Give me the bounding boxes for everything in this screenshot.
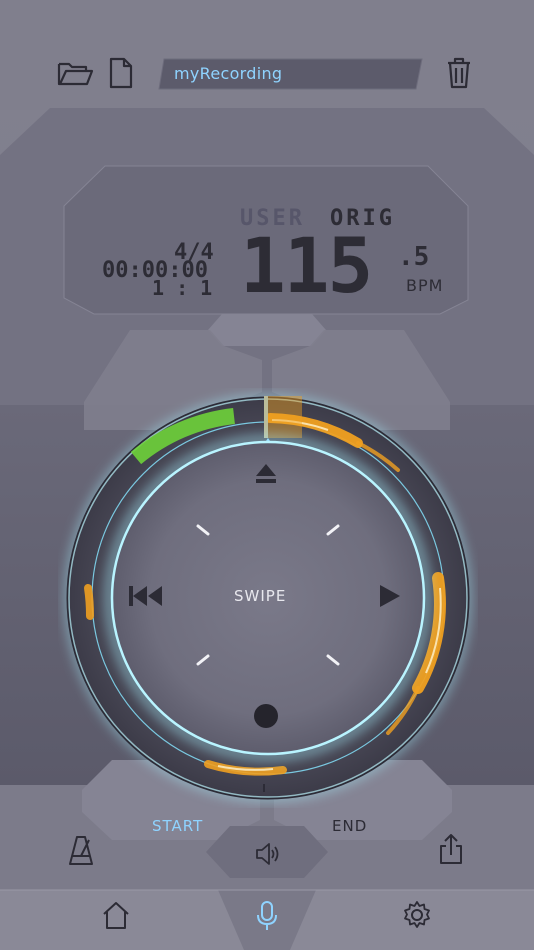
new-file-icon[interactable] [108,56,134,90]
home-icon[interactable] [102,900,130,930]
tempo-decimal: .5 [398,242,430,272]
speaker-icon[interactable] [254,842,280,866]
start-button[interactable]: START [152,817,203,835]
record-icon[interactable] [253,703,279,729]
metronome-icon[interactable] [68,834,94,866]
gear-icon[interactable] [402,900,432,930]
folder-open-icon[interactable] [56,58,94,90]
file-name-field[interactable]: myRecording [158,58,423,90]
skip-back-icon[interactable] [128,584,164,608]
tempo-value[interactable]: 115 [240,228,373,304]
play-icon[interactable] [378,584,402,608]
swipe-label: SWIPE [234,587,287,605]
microphone-icon[interactable] [256,900,278,932]
eject-icon[interactable] [254,462,278,486]
trash-icon[interactable] [444,55,474,91]
file-name-text: myRecording [174,64,283,83]
share-icon[interactable] [438,832,464,866]
tempo-unit: BPM [406,276,444,295]
bar-beat: 1 : 1 [152,276,213,300]
end-button[interactable]: END [332,817,367,835]
